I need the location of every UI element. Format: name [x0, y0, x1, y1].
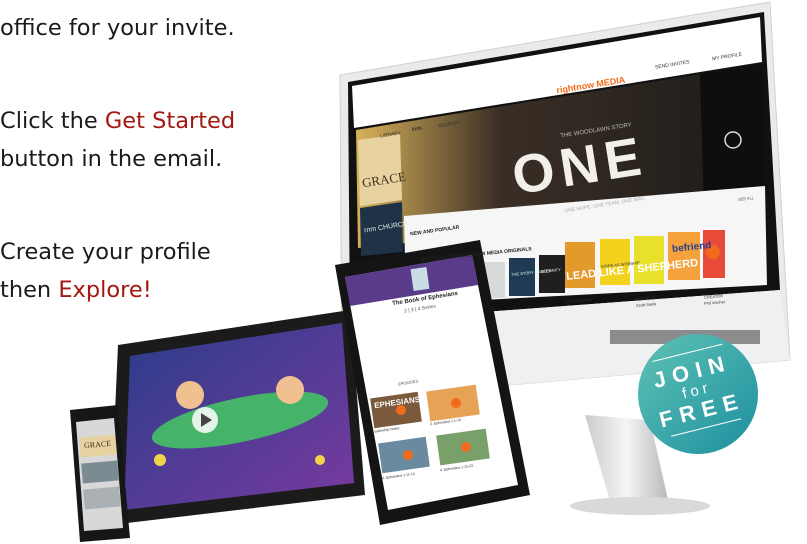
devices-illustration: [70, 1, 791, 542]
kids-tablet: [110, 310, 365, 525]
